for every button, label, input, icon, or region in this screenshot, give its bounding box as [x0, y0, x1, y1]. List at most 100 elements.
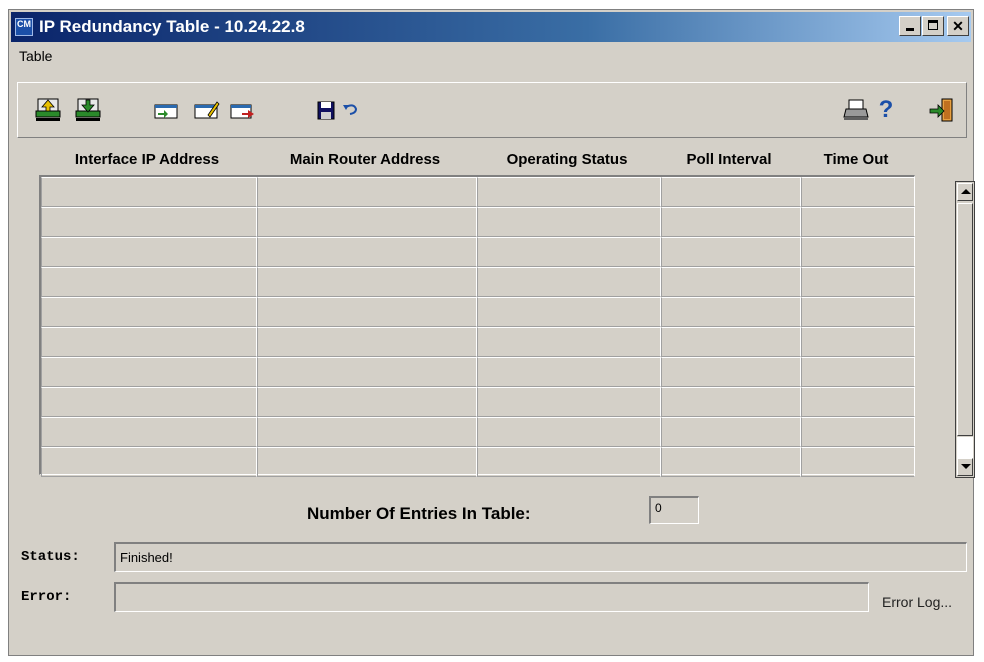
- table-cell[interactable]: [661, 267, 801, 297]
- table-cell[interactable]: [41, 297, 257, 327]
- title-bar[interactable]: CM IP Redundancy Table - 10.24.22.8 ✕: [11, 12, 971, 42]
- table-cell[interactable]: [477, 447, 661, 477]
- scroll-down-button[interactable]: [957, 458, 973, 476]
- exit-icon[interactable]: [928, 97, 956, 123]
- table-cell[interactable]: [41, 267, 257, 297]
- delete-row-icon[interactable]: [228, 97, 256, 123]
- table-cell[interactable]: [257, 357, 477, 387]
- error-label: Error:: [21, 589, 72, 605]
- maximize-button[interactable]: [922, 16, 944, 36]
- entries-count-label: Number Of Entries In Table:: [307, 504, 531, 523]
- table-cell[interactable]: [257, 327, 477, 357]
- table-cell[interactable]: [257, 177, 477, 207]
- table-cell[interactable]: [477, 237, 661, 267]
- help-icon[interactable]: ?: [872, 97, 900, 123]
- table-cell[interactable]: [41, 207, 257, 237]
- table-cell[interactable]: [477, 177, 661, 207]
- table-cell[interactable]: [801, 417, 915, 447]
- table-cell[interactable]: [41, 447, 257, 477]
- table-row[interactable]: [41, 387, 915, 417]
- table-cell[interactable]: [801, 177, 915, 207]
- table-cell[interactable]: [801, 357, 915, 387]
- table-cell[interactable]: [41, 177, 257, 207]
- table-cell[interactable]: [477, 207, 661, 237]
- close-button[interactable]: ✕: [947, 16, 969, 36]
- table-row[interactable]: [41, 327, 915, 357]
- redundancy-table: Interface IP Address Main Router Address…: [39, 145, 925, 477]
- table-cell[interactable]: [257, 447, 477, 477]
- table-cell[interactable]: [257, 387, 477, 417]
- table-cell[interactable]: [661, 237, 801, 267]
- scroll-thumb[interactable]: [957, 203, 973, 436]
- column-header-poll-interval[interactable]: Poll Interval: [659, 151, 799, 168]
- scroll-up-icon: [961, 189, 971, 194]
- status-field: Finished!: [114, 542, 967, 572]
- table-cell[interactable]: [257, 297, 477, 327]
- add-row-icon[interactable]: [152, 97, 180, 123]
- table-cell[interactable]: [801, 267, 915, 297]
- column-header-interface-ip[interactable]: Interface IP Address: [39, 151, 255, 168]
- table-cell[interactable]: [661, 207, 801, 237]
- table-cell[interactable]: [41, 387, 257, 417]
- table-cell[interactable]: [477, 417, 661, 447]
- table-cell[interactable]: [661, 447, 801, 477]
- column-header-operating-status[interactable]: Operating Status: [475, 151, 659, 168]
- table-cell[interactable]: [801, 297, 915, 327]
- table-row[interactable]: [41, 267, 915, 297]
- undo-icon[interactable]: [338, 97, 366, 123]
- table-cell[interactable]: [257, 417, 477, 447]
- download-table-icon[interactable]: [74, 97, 102, 123]
- menu-bar: Table: [15, 48, 56, 70]
- edit-row-icon[interactable]: [192, 97, 220, 123]
- table-cell[interactable]: [41, 357, 257, 387]
- scroll-track[interactable]: [957, 437, 973, 458]
- table-cell[interactable]: [41, 237, 257, 267]
- menu-table[interactable]: Table: [15, 46, 56, 66]
- table-row[interactable]: [41, 447, 915, 477]
- table-cell[interactable]: [257, 267, 477, 297]
- table-row[interactable]: [41, 177, 915, 207]
- table-cell[interactable]: [477, 357, 661, 387]
- column-header-main-router[interactable]: Main Router Address: [255, 151, 475, 168]
- table-row[interactable]: [41, 207, 915, 237]
- table-cell[interactable]: [661, 297, 801, 327]
- table-row[interactable]: [41, 297, 915, 327]
- table-cell[interactable]: [801, 387, 915, 417]
- table-grid[interactable]: [39, 175, 915, 477]
- table-cell[interactable]: [661, 387, 801, 417]
- table-cell[interactable]: [257, 207, 477, 237]
- table-cell[interactable]: [661, 357, 801, 387]
- table-cell[interactable]: [41, 327, 257, 357]
- table-cell[interactable]: [41, 417, 257, 447]
- table-row[interactable]: [41, 417, 915, 447]
- upload-table-icon[interactable]: [34, 97, 62, 123]
- table-cell[interactable]: [801, 207, 915, 237]
- table-cell[interactable]: [801, 327, 915, 357]
- table-cell[interactable]: [477, 267, 661, 297]
- table-cell[interactable]: [801, 237, 915, 267]
- vertical-scrollbar[interactable]: [955, 181, 975, 478]
- table-cell[interactable]: [801, 447, 915, 477]
- table-cell[interactable]: [257, 237, 477, 267]
- table-row[interactable]: [41, 237, 915, 267]
- table-row[interactable]: [41, 357, 915, 387]
- scroll-down-icon: [961, 464, 971, 469]
- maximize-icon: [928, 20, 938, 30]
- error-log-button[interactable]: Error Log...: [882, 594, 952, 610]
- table-cell[interactable]: [661, 177, 801, 207]
- minimize-icon: [906, 28, 914, 31]
- column-header-time-out[interactable]: Time Out: [799, 151, 913, 168]
- save-icon[interactable]: [312, 97, 340, 123]
- cm-app-icon[interactable]: CM: [15, 18, 33, 36]
- table-cell[interactable]: [477, 297, 661, 327]
- table-cell[interactable]: [661, 417, 801, 447]
- print-icon[interactable]: [842, 97, 870, 123]
- table-cell[interactable]: [477, 387, 661, 417]
- table-header: Interface IP Address Main Router Address…: [39, 145, 925, 175]
- minimize-button[interactable]: [899, 16, 921, 36]
- close-icon: ✕: [952, 18, 964, 34]
- scroll-up-button[interactable]: [957, 183, 973, 201]
- table-cell[interactable]: [477, 327, 661, 357]
- table-cell[interactable]: [661, 327, 801, 357]
- entries-count-field: 0: [649, 496, 699, 524]
